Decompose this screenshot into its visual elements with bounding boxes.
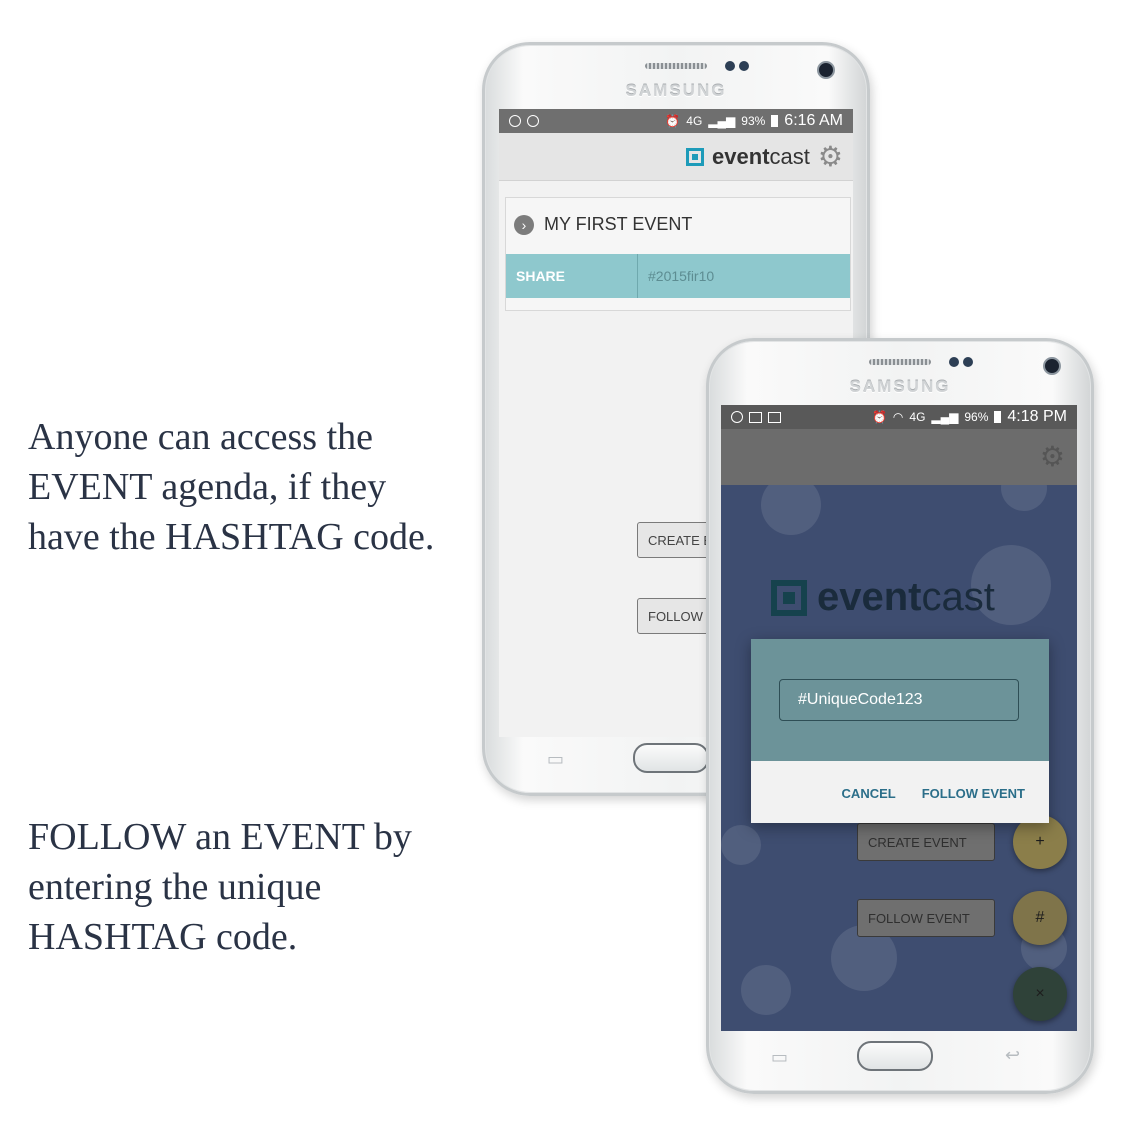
follow-event-button[interactable]: FOLLOW EVENT [857, 899, 995, 937]
network-type: 4G [686, 114, 703, 128]
app-logo-text: eventcast [817, 575, 995, 619]
share-hashtag-code: #2015fir10 [648, 268, 715, 284]
eventcast-splash-logo: eventcast [771, 575, 995, 620]
wifi-icon: ◠ [892, 410, 904, 424]
settings-gear-icon[interactable]: ⚙ [1040, 443, 1065, 471]
device-brand: SAMSUNG [625, 81, 727, 100]
eventcast-logo-icon [771, 579, 807, 616]
close-icon: × [1035, 985, 1045, 1002]
hashtag-code-input[interactable] [779, 679, 1019, 721]
news-icon [768, 411, 781, 423]
battery-icon [994, 411, 1002, 423]
status-bar: ⏰ 4G ▂▄▆ 93% 6:16 AM [499, 109, 853, 133]
status-bar: ⏰ ◠ 4G ▂▄▆ 96% 4:18 PM [721, 405, 1077, 429]
signal-icon: ▂▄▆ [931, 410, 959, 424]
recent-apps-icon[interactable]: ▭ [771, 1047, 788, 1068]
share-label: SHARE [506, 254, 638, 298]
dialog-actions: CANCEL FOLLOW EVENT [842, 786, 1025, 801]
location-icon [509, 115, 521, 127]
event-title: MY FIRST EVENT [544, 214, 693, 234]
earpiece-speaker [869, 359, 931, 365]
status-time: 6:16 AM [784, 112, 843, 129]
app-logo-text: eventcast [712, 143, 810, 169]
network-type: 4G [909, 410, 926, 424]
eventcast-logo-icon [686, 147, 705, 166]
settings-gear-icon[interactable]: ⚙ [818, 142, 843, 171]
follow-event-fab[interactable]: # [1013, 891, 1067, 945]
recent-apps-icon[interactable]: ▭ [547, 749, 564, 770]
dialog-header [751, 639, 1049, 761]
signal-icon: ▂▄▆ [708, 114, 736, 128]
earpiece-speaker [645, 63, 707, 69]
plus-icon: + [1035, 833, 1045, 850]
battery-percent: 93% [741, 114, 766, 128]
alarm-icon: ⏰ [665, 114, 681, 128]
front-camera-icon [1043, 357, 1061, 375]
share-row[interactable]: SHARE #2015fir10 [506, 254, 850, 298]
app-bar: ⚙ [721, 429, 1077, 485]
device-brand: SAMSUNG [849, 377, 951, 396]
shield-icon [731, 411, 743, 423]
add-event-fab[interactable]: + [1013, 815, 1067, 869]
status-time: 4:18 PM [1007, 408, 1067, 425]
mail-icon [749, 411, 762, 423]
follow-event-dialog: CANCEL FOLLOW EVENT [751, 639, 1049, 823]
app-bar: eventcast ⚙ [499, 133, 853, 181]
caption-access-agenda: Anyone can access the EVENT agenda, if t… [28, 416, 435, 558]
home-button[interactable] [633, 743, 709, 773]
light-sensor [963, 357, 973, 367]
front-phone-screen: ⏰ ◠ 4G ▂▄▆ 96% 4:18 PM ⚙ eventcast CREAT… [721, 405, 1077, 1031]
close-menu-fab[interactable]: × [1013, 967, 1067, 1021]
bokeh-light [741, 965, 791, 1015]
front-camera-icon [817, 61, 835, 79]
front-phone: SAMSUNG ⏰ ◠ 4G ▂▄▆ 96% 4:18 PM ⚙ eventca… [706, 338, 1094, 1094]
cancel-button[interactable]: CANCEL [842, 786, 896, 801]
battery-percent: 96% [964, 410, 989, 424]
follow-event-confirm-button[interactable]: FOLLOW EVENT [922, 786, 1025, 801]
proximity-sensor [725, 61, 735, 71]
back-arrow-icon[interactable]: ↩ [1005, 1045, 1020, 1066]
hashtag-icon: # [1035, 909, 1045, 926]
home-button[interactable] [857, 1041, 933, 1071]
chevron-right-icon: › [514, 214, 534, 235]
light-sensor [739, 61, 749, 71]
event-card[interactable]: › MY FIRST EVENT SHARE #2015fir10 [505, 197, 851, 311]
shield-icon [527, 115, 539, 127]
proximity-sensor [949, 357, 959, 367]
battery-icon [771, 115, 779, 127]
caption-follow-event: FOLLOW an EVENT by entering the unique H… [28, 816, 412, 958]
event-title-row[interactable]: › MY FIRST EVENT [514, 214, 692, 235]
create-event-button[interactable]: CREATE EVENT [857, 823, 995, 861]
alarm-icon: ⏰ [871, 410, 887, 424]
bokeh-light [721, 825, 761, 865]
